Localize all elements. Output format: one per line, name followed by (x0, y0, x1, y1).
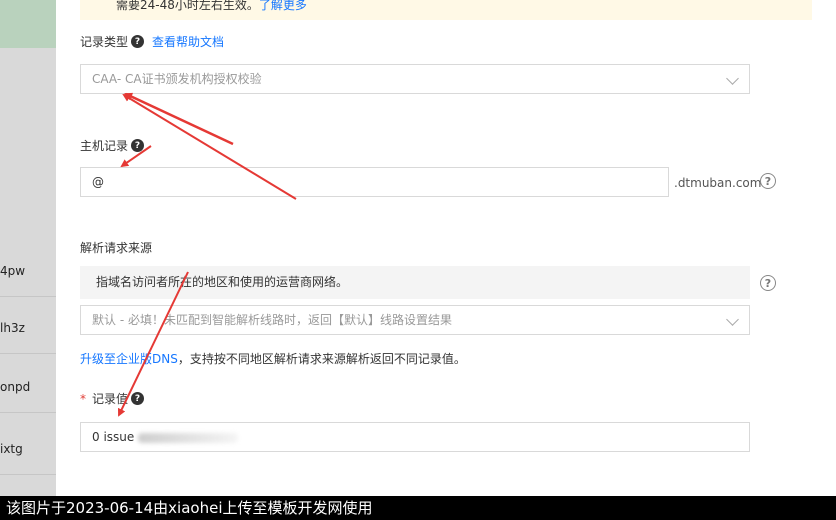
record-type-select[interactable]: CAA- CA证书颁发机构授权校验 (80, 64, 750, 94)
source-hint: 指域名访问者所在的地区和使用的运营商网络。 (80, 266, 750, 299)
source-select[interactable]: 默认 - 必填！未匹配到智能解析线路时，返回【默认】线路设置结果 (80, 305, 750, 335)
record-type-value: CAA- CA证书颁发机构授权校验 (92, 72, 262, 86)
redacted-text (138, 432, 239, 443)
host-input[interactable]: @ (80, 167, 669, 197)
host-label: 主机记录 (80, 139, 129, 153)
upgrade-note-text: ，支持按不同地区解析请求来源解析返回不同记录值。 (177, 352, 466, 366)
watermark-caption: 该图片于2023-06-14由xiaohei上传至模板开发网使用 (0, 496, 836, 520)
record-value-input[interactable]: 0 issue (80, 422, 750, 452)
background-highlight (0, 0, 56, 48)
source-select-value: 默认 - 必填！未匹配到智能解析线路时，返回【默认】线路设置结果 (92, 313, 452, 327)
source-hint-text: 指域名访问者所在的地区和使用的运营商网络。 (96, 275, 349, 289)
domain-suffix: .dtmuban.com (674, 176, 762, 190)
record-type-label: 记录类型 (80, 35, 129, 49)
source-label: 解析请求来源 (80, 241, 153, 255)
record-form-panel: 需要24-48小时左右生效。了解更多 记录类型 ? 查看帮助文档 CAA- CA… (56, 0, 836, 496)
chevron-down-icon (726, 72, 739, 85)
source-label-row: 解析请求来源 (80, 239, 152, 256)
help-doc-link[interactable]: 查看帮助文档 (152, 33, 224, 50)
question-circle-icon[interactable]: ? (760, 173, 776, 189)
help-icon[interactable]: ? (131, 392, 145, 405)
notice-banner: 需要24-48小时左右生效。了解更多 (80, 0, 812, 20)
record-value-label-row: * 记录值 ? (80, 390, 145, 407)
host-label-row: 主机记录 ? (80, 137, 145, 154)
upgrade-link[interactable]: 升级至企业版DNS (80, 352, 178, 366)
record-type-label-row: 记录类型 ? 查看帮助文档 (80, 33, 224, 50)
notice-text: 需要24-48小时左右生效。 (116, 0, 259, 12)
learn-more-link[interactable]: 了解更多 (259, 0, 307, 12)
host-value: @ (92, 175, 104, 189)
background-list: 4pw lh3z onpd ixtg (0, 0, 56, 520)
help-icon[interactable]: ? (131, 35, 145, 48)
list-item[interactable]: ixtg (0, 424, 56, 475)
question-circle-icon[interactable]: ? (760, 275, 776, 291)
record-value-text: 0 issue (92, 430, 135, 444)
upgrade-note: 升级至企业版DNS，支持按不同地区解析请求来源解析返回不同记录值。 (80, 350, 466, 367)
chevron-down-icon (726, 313, 739, 326)
required-mark: * (80, 391, 86, 406)
record-value-label: 记录值 (92, 392, 129, 406)
list-item[interactable]: onpd (0, 362, 56, 413)
list-item[interactable]: 4pw (0, 246, 56, 297)
list-item[interactable]: lh3z (0, 303, 56, 354)
help-icon[interactable]: ? (131, 139, 145, 152)
